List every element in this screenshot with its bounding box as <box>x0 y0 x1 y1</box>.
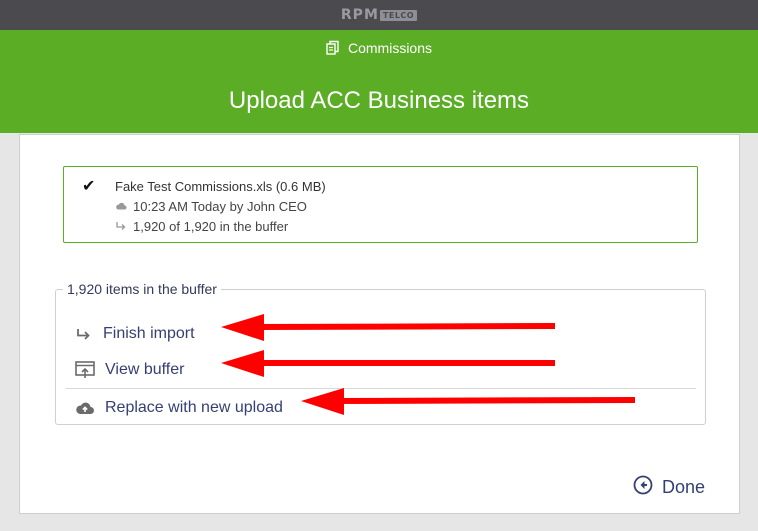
buffer-info: 1,920 of 1,920 in the buffer <box>115 219 288 234</box>
page-title: Upload ACC Business items <box>228 87 530 114</box>
uploaded-file-summary: ✔ Fake Test Commissions.xls (0.6 MB) 10:… <box>63 166 698 243</box>
return-arrow-icon <box>115 219 127 234</box>
view-buffer-icon <box>75 361 95 379</box>
cloud-upload-icon <box>75 400 95 416</box>
buffer-legend: 1,920 items in the buffer <box>67 281 217 297</box>
top-bar: RPM TELCO <box>0 0 758 30</box>
breadcrumb-label: Commissions <box>347 40 432 56</box>
documents-icon <box>326 40 340 56</box>
replace-upload-link[interactable]: Replace with new upload <box>75 399 283 417</box>
upload-time: 10:23 AM Today by John CEO <box>133 199 307 214</box>
upload-card: ✔ Fake Test Commissions.xls (0.6 MB) 10:… <box>19 134 740 514</box>
view-buffer-label: View buffer <box>105 361 185 378</box>
finish-arrow-icon <box>75 327 93 341</box>
replace-upload-label: Replace with new upload <box>105 399 283 416</box>
logo-main: RPM <box>340 7 379 23</box>
done-label: Done <box>662 477 706 497</box>
done-button[interactable]: Done <box>633 475 705 500</box>
upload-info: 10:23 AM Today by John CEO <box>115 199 307 214</box>
buffer-options: 1,920 items in the buffer Finish import … <box>55 281 706 425</box>
page-header: Commissions Upload ACC Business items <box>0 30 758 133</box>
breadcrumb[interactable]: Commissions <box>0 40 758 56</box>
buffer-count: 1,920 of 1,920 in the buffer <box>133 219 289 234</box>
divider <box>66 388 696 389</box>
back-circle-icon <box>633 475 653 500</box>
file-name: Fake Test Commissions.xls (0.6 MB) <box>115 179 326 194</box>
finish-import-link[interactable]: Finish import <box>75 325 195 343</box>
view-buffer-link[interactable]: View buffer <box>75 361 184 379</box>
check-icon: ✔ <box>82 178 96 195</box>
cloud-icon <box>115 199 127 214</box>
finish-import-label: Finish import <box>103 325 195 342</box>
logo-sub: TELCO <box>379 9 418 21</box>
app-logo: RPM TELCO <box>340 7 418 23</box>
